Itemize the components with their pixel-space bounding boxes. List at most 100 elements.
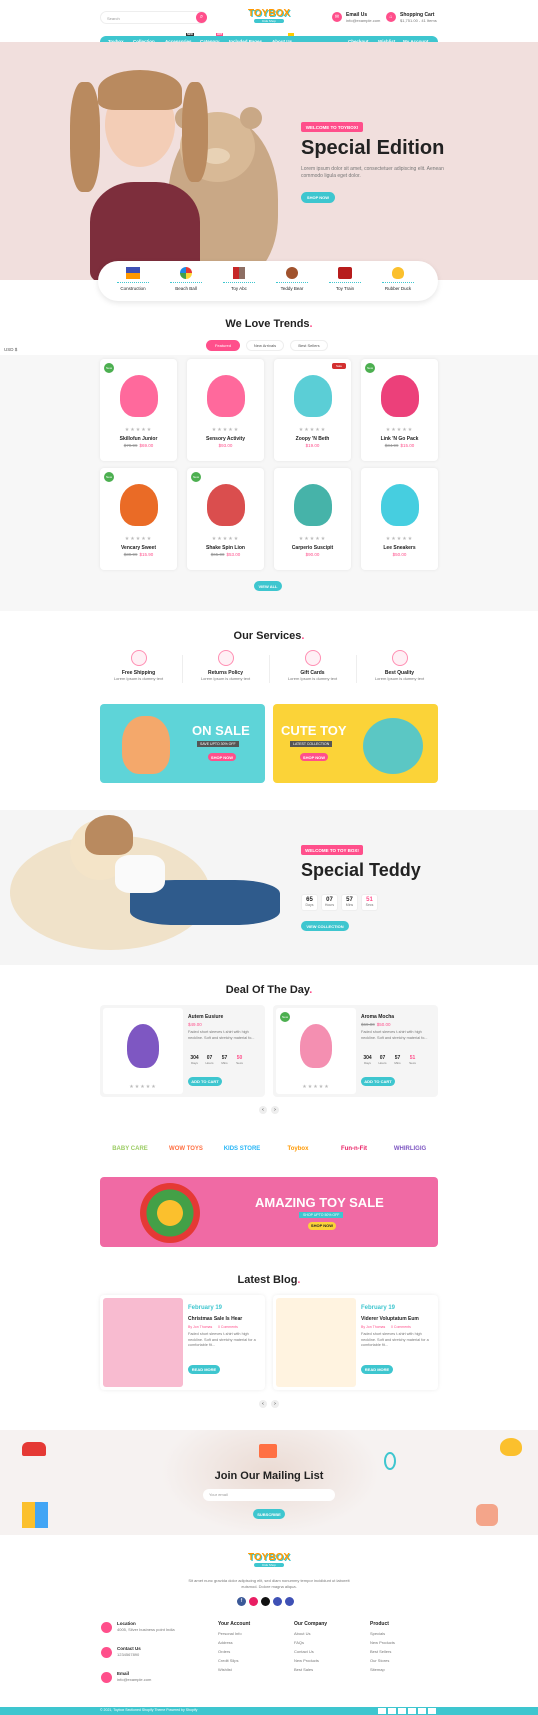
blog-card[interactable]: February 19 Christmas Sale Is Hear By Jon … bbox=[100, 1295, 265, 1390]
footer-link[interactable]: About Us bbox=[294, 1631, 310, 1636]
deal-prev-arrow[interactable]: ‹ bbox=[259, 1106, 267, 1114]
view-all-button[interactable]: VIEW ALL bbox=[254, 581, 282, 591]
footer-link[interactable]: Address bbox=[218, 1640, 233, 1645]
product-name[interactable]: Carperio Suscipit bbox=[274, 545, 351, 551]
logo[interactable]: TOYBOX Kids Shop bbox=[246, 8, 292, 26]
footer-logo[interactable]: TOYBOX Kids Shop bbox=[246, 1552, 292, 1567]
footer-link[interactable]: New Products bbox=[294, 1658, 319, 1663]
category-rubber-duck[interactable]: Rubber Duck bbox=[378, 267, 418, 291]
brand-logo[interactable]: Toybox bbox=[274, 1140, 322, 1158]
product-card[interactable]: New ★★★★★ Skillofun Junior $79.99 $69.00 bbox=[100, 359, 177, 461]
blog-next-arrow[interactable]: › bbox=[271, 1400, 279, 1408]
deal-product-name[interactable]: Aroma Mocha bbox=[361, 1014, 394, 1020]
brand-logo[interactable]: WHIRLIGIG bbox=[386, 1140, 434, 1158]
contact-value[interactable]: 1234567890 bbox=[117, 1652, 177, 1658]
product-card[interactable]: ★★★★★ Lee Sneakers $50.00 bbox=[361, 468, 438, 570]
deal-card[interactable]: New ★★★★★ Aroma Mocha $69.00 $50.00 Faded sho… bbox=[273, 1005, 438, 1097]
blog-card[interactable]: February 19 Viderer Voluptatum Eum By Jon … bbox=[273, 1295, 438, 1390]
product-image[interactable] bbox=[294, 484, 332, 526]
product-card[interactable]: Sale ★★★★★ Zoopy 'N Beth $19.00 bbox=[274, 359, 351, 461]
category-construction[interactable]: Construction bbox=[113, 267, 153, 291]
product-image[interactable] bbox=[207, 484, 245, 526]
footer-link[interactable]: Best Sellers bbox=[370, 1649, 391, 1654]
product-name[interactable]: Link 'N Go Pack bbox=[361, 436, 438, 442]
product-card[interactable]: New ★★★★★ Vencary Sweet $39.99 $15.90 bbox=[100, 468, 177, 570]
footer-link[interactable]: Best Sales bbox=[294, 1667, 313, 1672]
product-name[interactable]: Shake Spin Lion bbox=[187, 545, 264, 551]
subscribe-button[interactable]: SUBSCRIBE bbox=[253, 1509, 285, 1519]
banner-on-sale[interactable]: ON SALE SAVE UPTO 30% OFF SHOP NOW bbox=[100, 704, 265, 783]
blog-prev-arrow[interactable]: ‹ bbox=[259, 1400, 267, 1408]
product-image[interactable] bbox=[294, 375, 332, 417]
contact-value[interactable]: info@example.com bbox=[117, 1677, 177, 1683]
blog-post-title[interactable]: Christmas Sale Is Hear bbox=[188, 1316, 242, 1322]
brand-logo[interactable]: KIDS STORE bbox=[218, 1140, 266, 1158]
facebook-icon[interactable]: f bbox=[237, 1597, 246, 1606]
brand-logo[interactable]: Fun-n-Fit bbox=[330, 1140, 378, 1158]
tab-featured[interactable]: Featured bbox=[206, 340, 240, 351]
cart-icon[interactable]: ⌂ bbox=[386, 12, 396, 22]
product-name[interactable]: Lee Sneakers bbox=[361, 545, 438, 551]
search-input[interactable]: Search bbox=[100, 11, 207, 24]
product-image[interactable] bbox=[120, 484, 158, 526]
banner-cute-toy[interactable]: CUTE TOY LATEST COLLECTION SHOP NOW bbox=[273, 704, 438, 783]
deal-next-arrow[interactable]: › bbox=[271, 1106, 279, 1114]
tab-new-arrivals[interactable]: New Arrivals bbox=[246, 340, 284, 351]
instagram-icon[interactable] bbox=[249, 1597, 258, 1606]
snapchat-icon[interactable] bbox=[273, 1597, 282, 1606]
read-more-button[interactable]: READ MORE bbox=[361, 1365, 393, 1374]
category-toy-train[interactable]: Toy Train bbox=[325, 267, 365, 291]
deal-product-name[interactable]: Autem Eusiure bbox=[188, 1014, 223, 1020]
newsletter-email-input[interactable]: Your email bbox=[203, 1489, 335, 1501]
deal-product-image[interactable] bbox=[300, 1024, 332, 1068]
footer-link[interactable]: Contact Us bbox=[294, 1649, 314, 1654]
product-image[interactable] bbox=[381, 484, 419, 526]
footer-link[interactable]: Specials bbox=[370, 1631, 385, 1636]
product-image[interactable] bbox=[120, 375, 158, 417]
read-more-button[interactable]: READ MORE bbox=[188, 1365, 220, 1374]
add-to-cart-button[interactable]: ADD TO CART bbox=[361, 1077, 395, 1086]
contact-value[interactable]: 4005, Silver business point India bbox=[117, 1627, 177, 1633]
footer-link[interactable]: Our Stores bbox=[370, 1658, 389, 1663]
deal-card[interactable]: ★★★★★ Autem Eusiure $49.00 Faded short slee… bbox=[100, 1005, 265, 1097]
cart-value[interactable]: $1,751.00 - 41 Items bbox=[400, 18, 437, 23]
blog-image[interactable] bbox=[103, 1298, 183, 1387]
blog-image[interactable] bbox=[276, 1298, 356, 1387]
product-name[interactable]: Zoopy 'N Beth bbox=[274, 436, 351, 442]
currency-selector[interactable]: USD $ bbox=[4, 347, 17, 352]
banner-shop-now-button[interactable]: SHOP NOW bbox=[300, 753, 328, 761]
product-image[interactable] bbox=[207, 375, 245, 417]
tiktok-icon[interactable] bbox=[261, 1597, 270, 1606]
blog-post-title[interactable]: Viderer Voluptatum Eum bbox=[361, 1316, 419, 1322]
view-collection-button[interactable]: VIEW COLLECTION bbox=[301, 921, 349, 931]
banner-shop-now-button[interactable]: SHOP NOW bbox=[208, 753, 236, 761]
footer-link[interactable]: Wishlist bbox=[218, 1667, 232, 1672]
hero-shop-now-button[interactable]: SHOP NOW bbox=[301, 192, 335, 203]
footer-link[interactable]: Orders bbox=[218, 1649, 230, 1654]
amazing-sale-banner[interactable]: AMAZING TOY SALE SHOP UPTO 50% OFF SHOP … bbox=[100, 1177, 438, 1247]
brand-logo[interactable]: BABY CARE bbox=[106, 1140, 154, 1158]
email-value[interactable]: info@example.com bbox=[346, 18, 380, 23]
category-toy-abc[interactable]: Toy Abc bbox=[219, 267, 259, 291]
big-banner-shop-now-button[interactable]: SHOP NOW bbox=[308, 1222, 336, 1230]
add-to-cart-button[interactable]: ADD TO CART bbox=[188, 1077, 222, 1086]
brand-logo[interactable]: WOW TOYS bbox=[162, 1140, 210, 1158]
footer-link[interactable]: New Products bbox=[370, 1640, 395, 1645]
footer-link[interactable]: Credit Slips bbox=[218, 1658, 238, 1663]
product-card[interactable]: New ★★★★★ Link 'N Go Pack $34.99 $15.00 bbox=[361, 359, 438, 461]
product-name[interactable]: Sensory Activity bbox=[187, 436, 264, 442]
product-image[interactable] bbox=[381, 375, 419, 417]
product-card[interactable]: New ★★★★★ Shake Spin Lion $65.00 $53.00 bbox=[187, 468, 264, 570]
product-name[interactable]: Vencary Sweet bbox=[100, 545, 177, 551]
footer-link[interactable]: Personal Info bbox=[218, 1631, 242, 1636]
youtube-icon[interactable] bbox=[285, 1597, 294, 1606]
tab-best-sellers[interactable]: Best Sellers bbox=[290, 340, 328, 351]
category-beach-ball[interactable]: Beach Ball bbox=[166, 267, 206, 291]
category-teddy-bear[interactable]: Teddy Bear bbox=[272, 267, 312, 291]
footer-link[interactable]: FAQs bbox=[294, 1640, 304, 1645]
footer-link[interactable]: Sitemap bbox=[370, 1667, 385, 1672]
product-card[interactable]: ★★★★★ Carperio Suscipit $90.00 bbox=[274, 468, 351, 570]
product-card[interactable]: ★★★★★ Sensory Activity $93.00 bbox=[187, 359, 264, 461]
search-icon[interactable]: ⌕ bbox=[196, 12, 207, 23]
deal-product-image[interactable] bbox=[127, 1024, 159, 1068]
